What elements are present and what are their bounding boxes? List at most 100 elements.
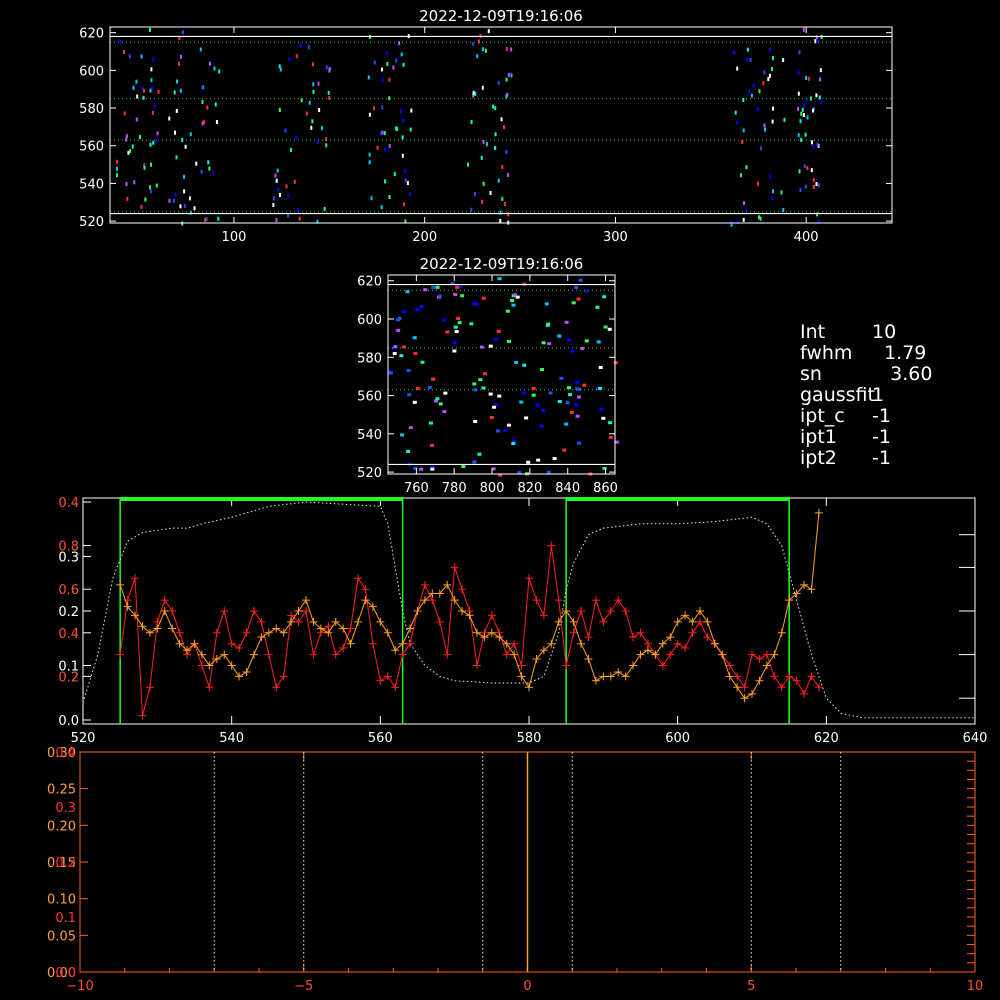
y-tick-label: 580 [79, 102, 104, 117]
data-point [205, 683, 214, 692]
x-tick-label: 10 [967, 979, 984, 994]
image-pixel [392, 65, 395, 70]
image-pixel [151, 85, 154, 90]
image-pixel [372, 106, 375, 111]
image-pixel [574, 286, 579, 290]
data-point [562, 607, 571, 615]
image-pixel [771, 196, 774, 201]
data-point [562, 661, 571, 670]
data-point [309, 650, 318, 659]
image-pixel [380, 205, 383, 210]
image-pixel [566, 338, 571, 342]
image-pixel [201, 100, 204, 105]
image-pixel [750, 93, 753, 98]
x-tick-label: 0 [523, 979, 531, 994]
image-pixel [278, 192, 281, 197]
data-point [354, 617, 363, 626]
image-pixel [274, 173, 277, 178]
image-pixel [575, 414, 580, 418]
image-pixel [541, 341, 546, 345]
data-point [235, 672, 244, 681]
x-tick-label: −10 [66, 979, 93, 994]
image-pixel [142, 95, 145, 100]
image-pixel [453, 325, 458, 329]
image-pixel [135, 79, 138, 84]
image-pixel [566, 386, 571, 390]
y-tick-label: 0.2 [58, 670, 79, 685]
data-point [235, 644, 244, 653]
data-point [376, 676, 385, 685]
data-point [413, 607, 422, 615]
image-pixel [384, 147, 387, 152]
image-pixel [133, 180, 136, 185]
image-pixel [368, 152, 371, 157]
image-pixel [401, 153, 404, 158]
y-tick-label: 0.3 [58, 551, 79, 566]
image-pixel [742, 128, 745, 133]
x-tick-label: 760 [404, 481, 429, 496]
data-point [606, 672, 615, 681]
x-tick-label: 860 [593, 481, 618, 496]
image-pixel [179, 54, 182, 59]
data-point [376, 617, 385, 626]
image-title: 2022-12-09T19:16:06 [420, 255, 584, 273]
image-pixel [471, 42, 474, 47]
data-point [807, 672, 816, 681]
image-pixel [455, 285, 460, 289]
image-pixel [799, 188, 802, 193]
data-point [279, 628, 288, 637]
image-pixel [122, 49, 125, 54]
data-point [138, 711, 147, 720]
image-pixel [152, 57, 155, 62]
image-pixel [564, 422, 569, 426]
data-point [220, 607, 229, 615]
y-tick-label: 540 [79, 177, 104, 192]
image-pixel [311, 119, 314, 124]
image-pixel [208, 61, 211, 66]
image-pixel [584, 289, 589, 293]
data-point [131, 574, 140, 583]
image-pixel [811, 144, 814, 149]
fit-parameter-name: ipt_c [800, 405, 845, 427]
image-pixel [510, 299, 515, 303]
image-pixel [494, 145, 497, 150]
image-pixel [395, 58, 398, 63]
data-point [733, 672, 742, 681]
fit-parameter-value: 1.79 [872, 342, 927, 364]
image-pixel [115, 173, 118, 178]
image-pixel [453, 292, 458, 296]
image-pixel [569, 411, 574, 415]
image-pixel [497, 80, 500, 85]
data-point [673, 639, 682, 648]
image-pixel [193, 206, 196, 211]
image-pixel [144, 197, 147, 202]
image-pixel [388, 371, 393, 375]
image-pixel [428, 421, 433, 425]
y-tick-label: 560 [357, 390, 382, 405]
fit-parameter-value: -1 [872, 426, 891, 448]
image-pixel [820, 100, 823, 105]
y-tick-label: 0.6 [58, 583, 79, 598]
image-pixel [423, 288, 428, 292]
image-pixel [608, 421, 613, 425]
data-point [725, 672, 734, 681]
image-pixel [214, 102, 217, 107]
image-pixel [522, 391, 527, 395]
data-point [800, 689, 809, 698]
fit-parameter-row: sn 3.60 [800, 364, 932, 385]
y-tick-label-secondary: 0.1 [55, 911, 76, 926]
image-pixel [526, 460, 531, 464]
image-background [110, 27, 892, 223]
y-tick-label: 0.4 [58, 496, 79, 511]
image-pixel [140, 204, 143, 209]
image-pixel [143, 165, 146, 170]
image-pixel [277, 187, 280, 192]
image-pixel [408, 426, 413, 430]
image-pixel [412, 336, 417, 340]
image-pixel [406, 181, 409, 186]
y-tick-label: 0.20 [47, 819, 76, 834]
image-pixel [568, 393, 573, 397]
image-pixel [505, 94, 508, 99]
data-point [770, 672, 779, 681]
image-pixel [217, 216, 220, 221]
